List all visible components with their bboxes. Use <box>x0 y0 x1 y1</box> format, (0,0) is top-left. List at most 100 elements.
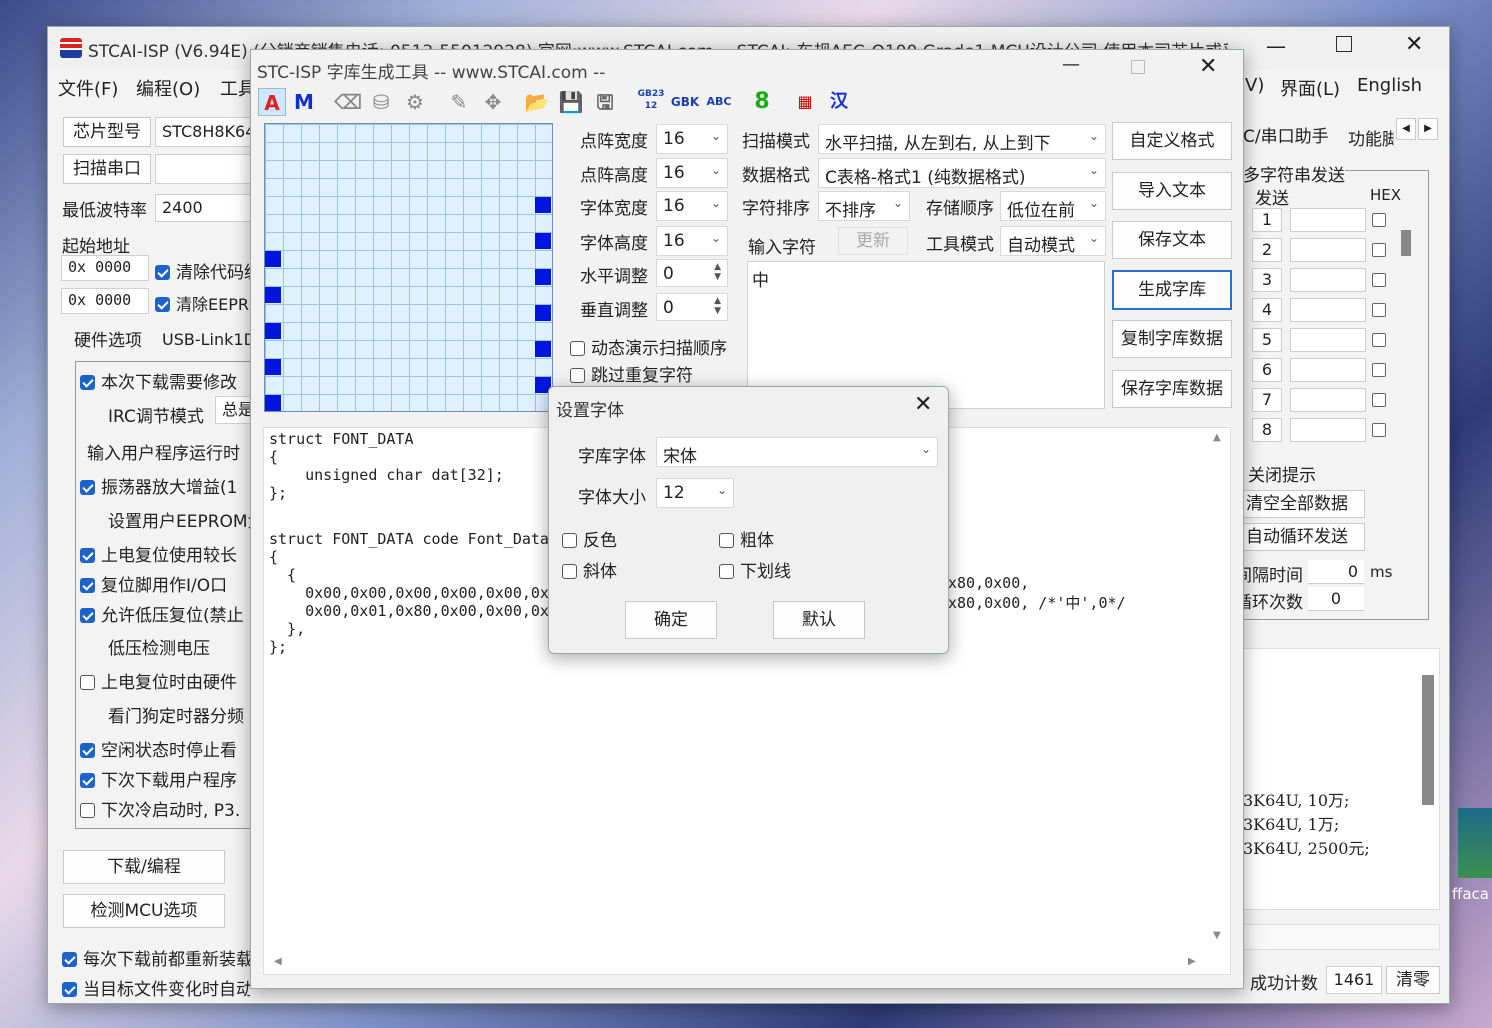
matrix-pixel[interactable] <box>535 197 551 213</box>
send-row-number[interactable]: 6 <box>1252 358 1282 382</box>
matrix-pixel[interactable] <box>265 395 281 411</box>
storage-order-select[interactable]: 低位在前 ⌄ <box>1000 191 1106 221</box>
send-row-input[interactable] <box>1290 238 1366 262</box>
send-row-input[interactable] <box>1290 328 1366 352</box>
save-icon[interactable]: 💾 <box>558 88 584 116</box>
send-row-hex-checkbox[interactable] <box>1372 363 1386 377</box>
data-format-select[interactable]: C表格-格式1 (纯数据格式) ⌄ <box>818 158 1106 188</box>
auto-reload-checkbox[interactable]: 当目标文件变化时自动装载并发送下载命令 <box>62 975 250 1000</box>
send-row-input[interactable] <box>1290 388 1366 412</box>
pencil-icon[interactable]: ✎ <box>446 88 472 116</box>
send-row-input[interactable] <box>1290 418 1366 442</box>
dot-width-select[interactable]: 16 ⌄ <box>656 124 728 154</box>
menu-program[interactable]: 编程(O) <box>136 75 200 101</box>
clear-count-button[interactable]: 清零 <box>1386 966 1440 994</box>
send-row-number[interactable]: 8 <box>1252 418 1282 442</box>
tab-hardware[interactable]: 硬件选项 <box>74 326 142 351</box>
tab-serial-assistant[interactable]: C/串口助手 <box>1243 122 1329 147</box>
char-order-select[interactable]: 不排序 ⌄ <box>818 191 910 221</box>
dialog-close-button[interactable]: ✕ <box>914 392 932 417</box>
send-row-input[interactable] <box>1290 298 1366 322</box>
tab-scroll-right[interactable]: ▶ <box>1418 118 1438 140</box>
italic-checkbox[interactable]: 斜体 <box>562 557 617 582</box>
chip-model-field[interactable]: STC8H8K64U <box>155 117 251 147</box>
option-row[interactable]: 本次下载需要修改 <box>80 368 237 393</box>
send-row-hex-checkbox[interactable] <box>1372 423 1386 437</box>
underline-checkbox[interactable]: 下划线 <box>719 557 791 582</box>
option-row[interactable]: 上电复位使用较长 <box>80 541 237 566</box>
send-row-number[interactable]: 7 <box>1252 388 1282 412</box>
v-adjust-spinner[interactable]: 0 ▲ ▼ <box>656 293 728 321</box>
dynamic-demo-checkbox[interactable]: 动态演示扫描顺序 <box>570 334 727 359</box>
menu-interface[interactable]: 界面(L) <box>1280 75 1340 101</box>
maximize-button[interactable] <box>1336 36 1352 52</box>
clear-code-checkbox[interactable]: 清除代码缓 <box>155 258 261 283</box>
send-row-number[interactable]: 4 <box>1252 298 1282 322</box>
generate-font-button[interactable]: 生成字库 <box>1112 270 1232 310</box>
fontgen-close-button[interactable]: ✕ <box>1199 54 1217 79</box>
save-font-data-button[interactable]: 保存字库数据 <box>1112 370 1232 408</box>
scroll-right-icon[interactable]: ▶ <box>1188 956 1196 967</box>
clear-all-button[interactable]: 清空全部数据 <box>1243 490 1365 518</box>
option-row[interactable]: 下次冷启动时, P3. <box>80 796 240 821</box>
matrix-pixel[interactable] <box>265 251 281 267</box>
send-row-number[interactable]: 2 <box>1252 238 1282 262</box>
invert-checkbox[interactable]: 反色 <box>562 526 617 551</box>
hanzi-icon[interactable]: 汉 <box>826 88 852 116</box>
check-mcu-button[interactable]: 检测MCU选项 <box>63 894 225 928</box>
tab-usb-link[interactable]: USB-Link1D <box>162 330 256 349</box>
send-row-hex-checkbox[interactable] <box>1372 213 1386 227</box>
matrix-pixel[interactable] <box>265 287 281 303</box>
font-height-select[interactable]: 16 ⌄ <box>656 226 728 256</box>
send-row-number[interactable]: 5 <box>1252 328 1282 352</box>
option-row[interactable]: 允许低压复位(禁止 <box>80 601 244 626</box>
eraser-icon[interactable]: ⌫ <box>334 88 362 116</box>
reload-each-checkbox[interactable]: 每次下载前都重新装载 <box>62 945 253 970</box>
matrix-pixel[interactable] <box>265 359 281 375</box>
fontgen-minimize-button[interactable]: — <box>1062 54 1080 75</box>
import-text-button[interactable]: 导入文本 <box>1112 172 1232 210</box>
send-row-input[interactable] <box>1290 358 1366 382</box>
download-button[interactable]: 下载/编程 <box>63 850 225 884</box>
desktop-app-icon[interactable] <box>1458 808 1492 878</box>
abc-icon[interactable]: ABC <box>704 88 734 116</box>
clear-eeprom-checkbox[interactable]: 清除EEPRO <box>155 291 262 315</box>
chip-model-button[interactable]: 芯片型号 <box>63 117 151 147</box>
scroll-down-icon[interactable]: ▼ <box>1213 930 1221 941</box>
open-icon[interactable]: 📂 <box>524 88 550 116</box>
mode-icon[interactable]: M <box>290 88 318 116</box>
save-as-icon[interactable]: 🖫 <box>592 88 618 116</box>
option-row[interactable]: 复位脚用作I/O口 <box>80 571 227 596</box>
scan-port-button[interactable]: 扫描串口 <box>63 154 151 184</box>
option-row[interactable]: 下次下载用户程序 <box>80 766 237 791</box>
interval-field[interactable]: 0 <box>1308 560 1364 584</box>
send-row-hex-checkbox[interactable] <box>1372 243 1386 257</box>
fill-icon[interactable]: ⛁ <box>368 88 394 116</box>
scan-mode-select[interactable]: 水平扫描, 从左到右, 从上到下 ⌄ <box>818 124 1106 154</box>
font-size-select[interactable]: 12 ⌄ <box>656 478 734 508</box>
dialog-default-button[interactable]: 默认 <box>773 601 865 639</box>
save-text-button[interactable]: 保存文本 <box>1112 221 1232 259</box>
font-select-icon[interactable]: A <box>258 88 286 116</box>
send-row-number[interactable]: 1 <box>1252 208 1282 232</box>
h-adjust-spinner[interactable]: 0 ▲ ▼ <box>656 259 728 287</box>
addr1-field[interactable]: 0x 0000 <box>61 255 149 281</box>
digit-icon[interactable]: 8 <box>750 88 774 116</box>
addr2-field[interactable]: 0x 0000 <box>61 288 149 314</box>
copy-font-data-button[interactable]: 复制字库数据 <box>1112 320 1232 358</box>
dot-matrix-grid[interactable] <box>264 123 553 412</box>
tab-scroll-left[interactable]: ◀ <box>1396 118 1416 140</box>
option-row[interactable]: 上电复位时由硬件 <box>80 668 237 693</box>
log-scrollbar[interactable] <box>1422 675 1434 805</box>
dialog-ok-button[interactable]: 确定 <box>625 601 717 639</box>
multi-send-scrollbar[interactable] <box>1401 230 1411 256</box>
custom-format-button[interactable]: 自定义格式 <box>1112 122 1232 160</box>
auto-loop-button[interactable]: 自动循环发送 <box>1243 523 1365 551</box>
minimize-button[interactable]: — <box>1266 34 1286 58</box>
update-button[interactable]: 更新 <box>838 227 908 255</box>
menu-english[interactable]: English <box>1357 75 1422 96</box>
font-width-select[interactable]: 16 ⌄ <box>656 191 728 221</box>
matrix-pixel[interactable] <box>535 233 551 249</box>
send-row-hex-checkbox[interactable] <box>1372 393 1386 407</box>
send-row-input[interactable] <box>1290 268 1366 292</box>
